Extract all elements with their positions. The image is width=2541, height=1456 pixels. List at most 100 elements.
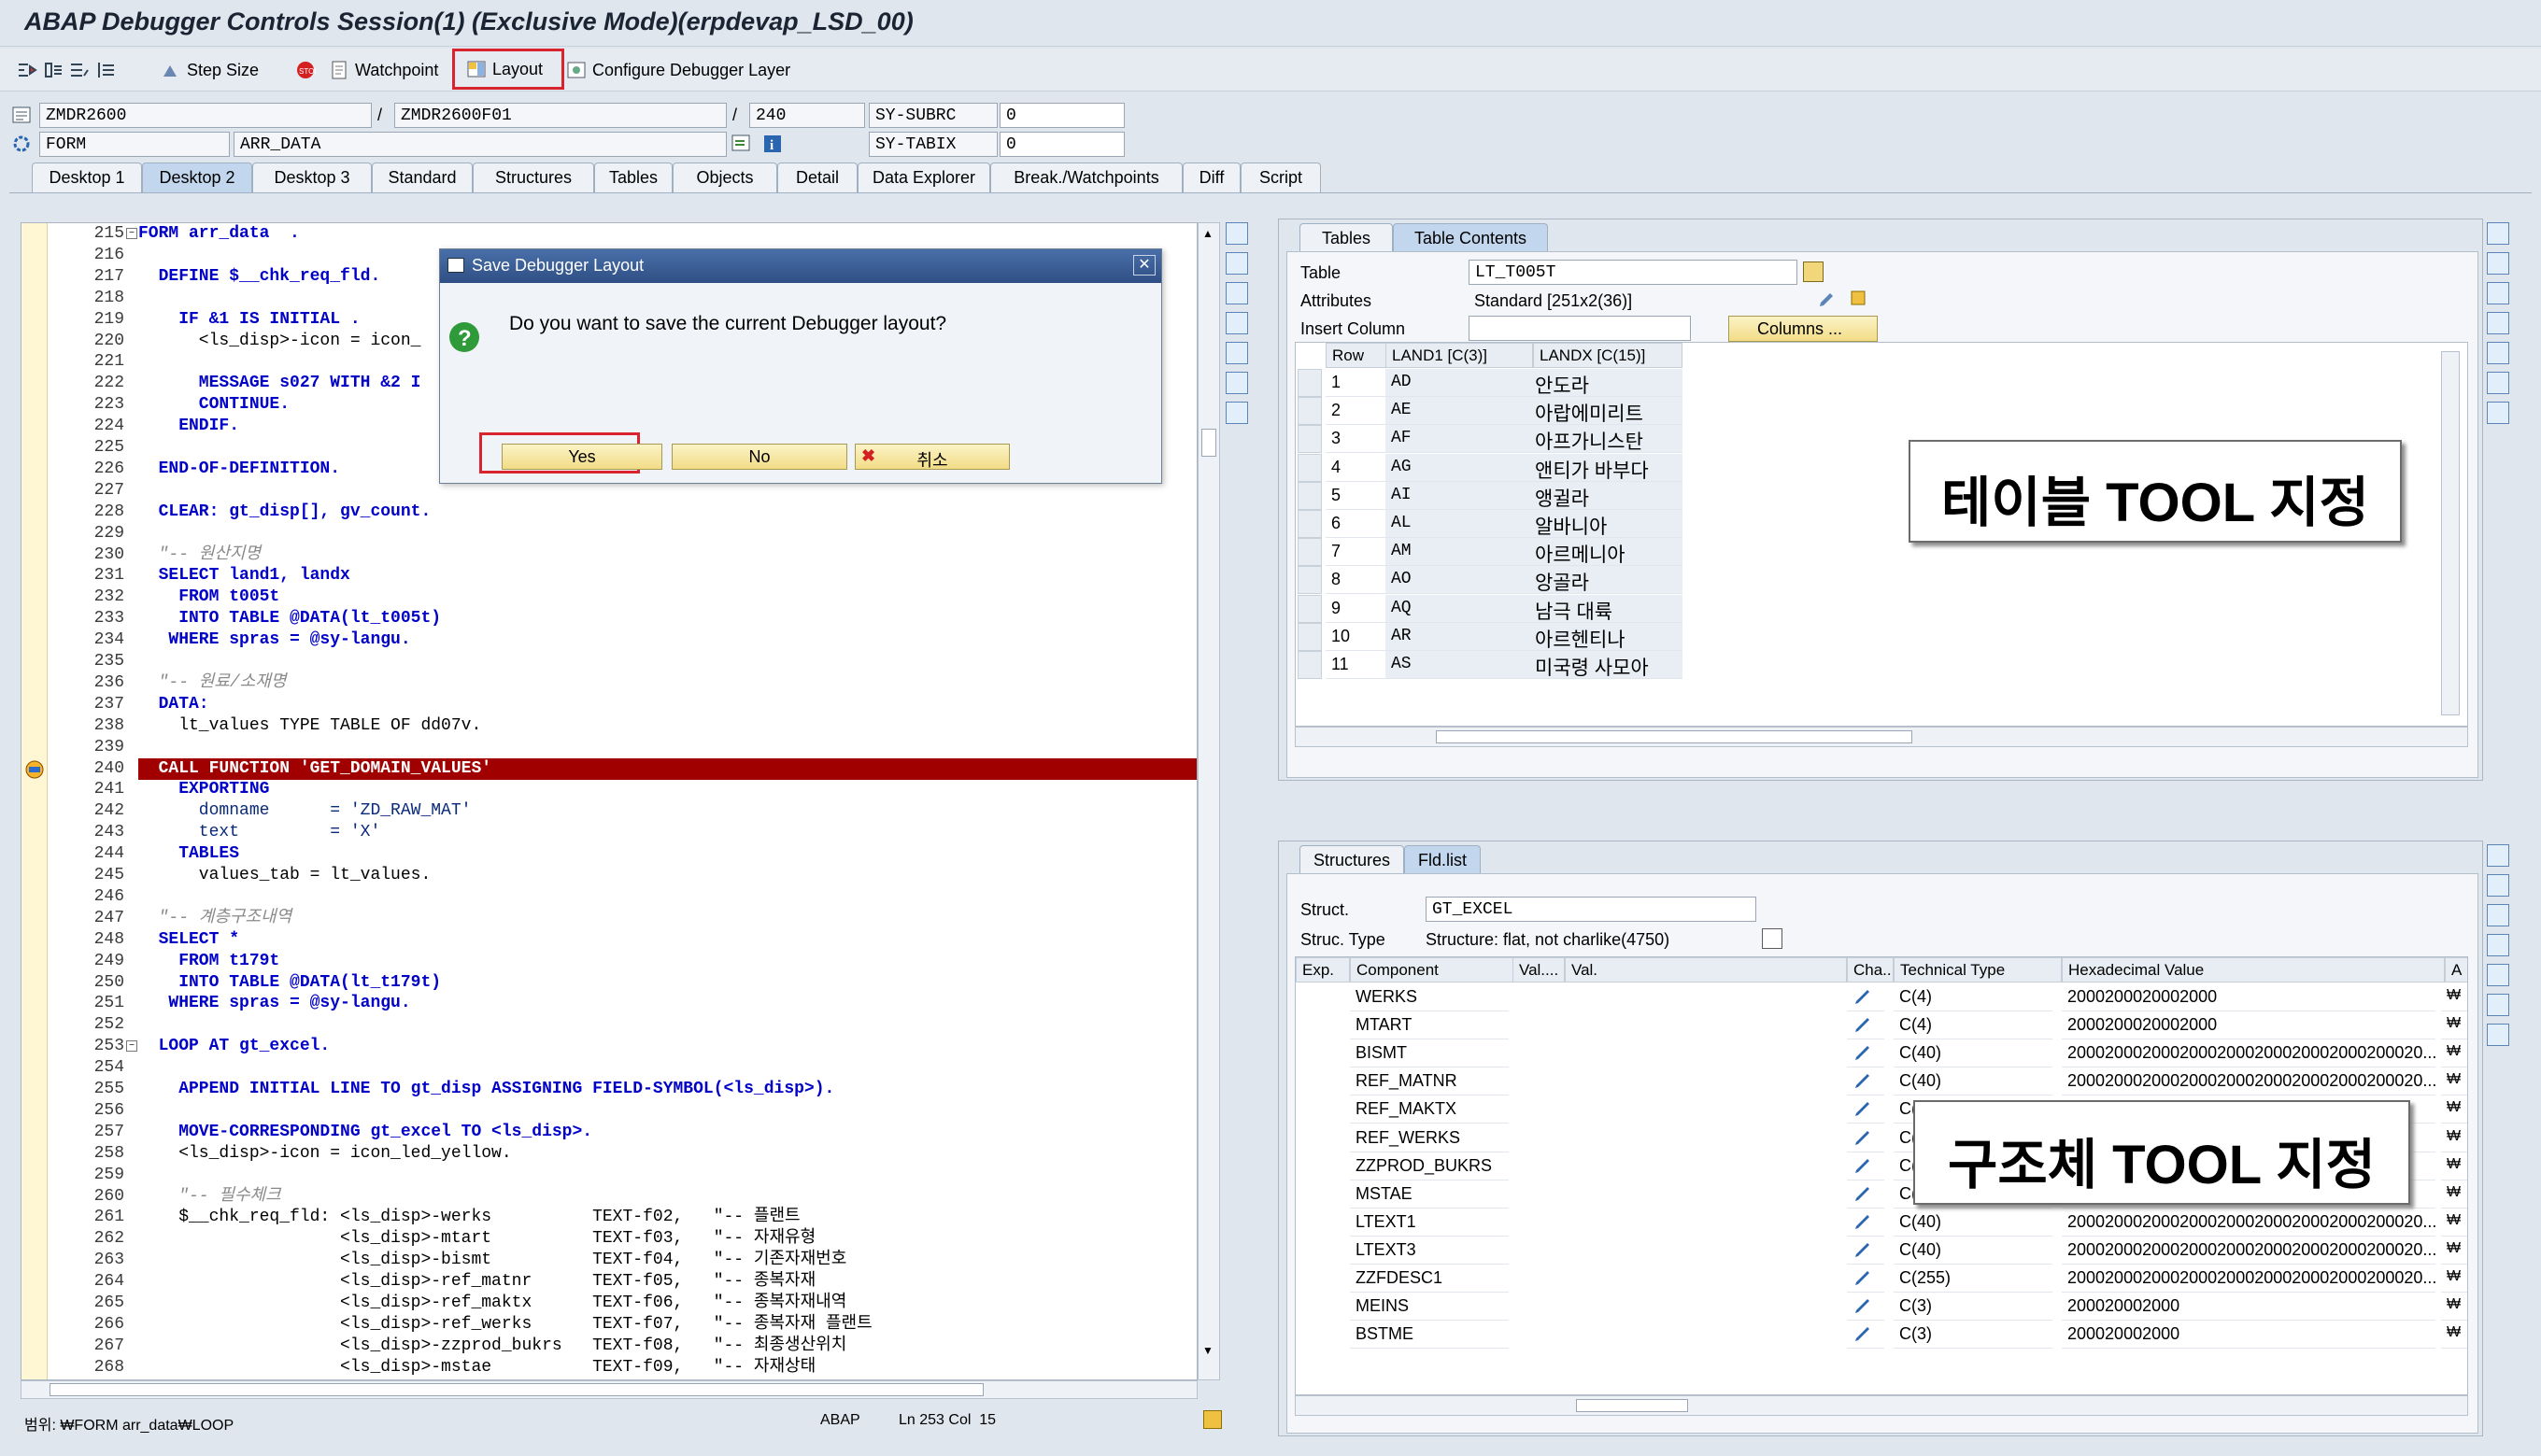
hex-value-cell[interactable]: 20002000200020002000200020002000200020..…: [2062, 1209, 2435, 1237]
layout-button[interactable]: Layout: [452, 49, 564, 90]
yes-button[interactable]: Yes: [502, 444, 662, 470]
table-column-header[interactable]: LANDX [C(15)]: [1533, 343, 1682, 368]
new-tool-icon[interactable]: [2487, 252, 2509, 275]
table-vscroll[interactable]: [2441, 351, 2460, 715]
field-hscroll[interactable]: [1295, 1395, 2468, 1416]
info-icon[interactable]: i: [762, 134, 783, 154]
stop-button[interactable]: STOP: [295, 56, 319, 84]
row-selector[interactable]: [1298, 425, 1322, 454]
code-line[interactable]: INTO TABLE @DATA(lt_t179t): [138, 972, 441, 994]
table-cell[interactable]: 아르메니아: [1533, 538, 1682, 567]
code-horizontal-scrollbar[interactable]: [21, 1380, 1198, 1399]
change-value-icon[interactable]: [1847, 1096, 1884, 1124]
row-selector[interactable]: [1298, 622, 1322, 651]
code-line[interactable]: FROM t005t: [138, 587, 279, 608]
code-line[interactable]: APPEND INITIAL LINE TO gt_disp ASSIGNING…: [138, 1079, 834, 1100]
tab-breakpoints-watchpoints[interactable]: Break./Watchpoints: [990, 163, 1183, 192]
code-line[interactable]: CONTINUE.: [138, 394, 290, 416]
row-selector[interactable]: [1298, 481, 1322, 510]
struct-type-icon[interactable]: [1762, 928, 1782, 949]
collapse-toggle[interactable]: −: [126, 1040, 137, 1053]
hex-edit-icon[interactable]: ₩: [2441, 1096, 2467, 1124]
table-cell[interactable]: AM: [1385, 538, 1533, 567]
code-line[interactable]: <ls_disp>-ref_matnr TEXT-f05, "-- 종복자재: [138, 1271, 816, 1293]
code-line[interactable]: INTO TABLE @DATA(lt_t005t): [138, 608, 441, 629]
component-cell[interactable]: ZZPROD_BUKRS: [1350, 1152, 1509, 1180]
services-tool-icon[interactable]: [2487, 372, 2509, 394]
swap-tool-icon[interactable]: [1226, 342, 1248, 364]
hex-edit-icon[interactable]: ₩: [2441, 1293, 2467, 1322]
row-selector[interactable]: [1298, 651, 1322, 679]
tab-tables[interactable]: Tables: [594, 163, 673, 192]
change-value-icon[interactable]: [1847, 1124, 1884, 1152]
tab-diff[interactable]: Diff: [1183, 163, 1241, 192]
row-selector[interactable]: [1298, 397, 1322, 426]
step-size-button[interactable]: Step Size: [161, 56, 259, 84]
cancel-button[interactable]: ✖ 취소: [855, 444, 1010, 470]
component-cell[interactable]: LTEXT3: [1350, 1237, 1509, 1265]
code-vertical-scrollbar[interactable]: ▲ ▼: [1198, 222, 1220, 1380]
table-cell[interactable]: AI: [1385, 481, 1533, 510]
code-line[interactable]: domname = 'ZD_RAW_MAT': [138, 800, 472, 822]
hex-value-cell[interactable]: 20002000200020002000200020002000200020..…: [2062, 1067, 2435, 1096]
tab-desktop-2[interactable]: Desktop 2: [142, 163, 252, 192]
new-tool-icon[interactable]: [2487, 874, 2509, 897]
component-cell[interactable]: BISMT: [1350, 1039, 1509, 1068]
code-line[interactable]: FORM arr_data .: [138, 223, 300, 245]
code-line[interactable]: WHERE spras = @sy-langu.: [138, 629, 410, 651]
field-column-header[interactable]: Technical Type: [1894, 957, 2062, 982]
code-line[interactable]: DEFINE $__chk_req_fld.: [138, 266, 381, 288]
table-cell[interactable]: AO: [1385, 566, 1533, 595]
table-cell[interactable]: AE: [1385, 397, 1533, 426]
maximize-tool-icon[interactable]: [2487, 934, 2509, 956]
component-cell[interactable]: MTART: [1350, 1011, 1509, 1040]
component-cell[interactable]: MEINS: [1350, 1293, 1509, 1322]
maximize-tool-icon[interactable]: [1226, 312, 1248, 334]
execute-icon[interactable]: [43, 61, 64, 79]
change-value-icon[interactable]: [1847, 1039, 1884, 1068]
change-value-icon[interactable]: [1847, 1293, 1884, 1322]
tab-desktop-3[interactable]: Desktop 3: [252, 163, 372, 192]
code-line[interactable]: SELECT *: [138, 929, 239, 951]
component-cell[interactable]: LTEXT1: [1350, 1209, 1509, 1237]
struct-name-input[interactable]: GT_EXCEL: [1426, 897, 1756, 922]
component-cell[interactable]: MSTAE: [1350, 1180, 1509, 1209]
table-cell[interactable]: AD: [1385, 369, 1533, 397]
hex-edit-icon[interactable]: ₩: [2441, 983, 2467, 1011]
tab-detail[interactable]: Detail: [777, 163, 858, 192]
continue-icon[interactable]: [95, 61, 116, 79]
code-line[interactable]: CLEAR: gt_disp[], gv_count.: [138, 502, 432, 523]
table-cell[interactable]: 앵귈라: [1533, 481, 1682, 510]
table-cell[interactable]: 미국령 사모아: [1533, 651, 1682, 679]
table-cell[interactable]: 아랍에미리트: [1533, 397, 1682, 426]
single-step-icon[interactable]: [17, 61, 37, 79]
row-selector[interactable]: [1298, 453, 1322, 482]
new-tool-icon[interactable]: [1226, 252, 1248, 275]
code-line[interactable]: LOOP AT gt_excel.: [138, 1036, 331, 1057]
scroll-up-icon[interactable]: ▲: [1202, 227, 1214, 240]
services-tool-icon[interactable]: [1226, 372, 1248, 394]
code-line[interactable]: IF &1 IS INITIAL .: [138, 309, 360, 331]
display-icon[interactable]: [731, 134, 753, 154]
row-selector[interactable]: [1298, 510, 1322, 538]
tab-field-list[interactable]: Fld.list: [1404, 845, 1481, 873]
field-column-header[interactable]: A: [2445, 957, 2467, 982]
table-cell[interactable]: AF: [1385, 425, 1533, 454]
code-line[interactable]: $__chk_req_fld: <ls_disp>-werks TEXT-f02…: [138, 1207, 800, 1228]
code-line[interactable]: "-- 계층구조내역: [138, 908, 292, 929]
table-select-icon[interactable]: [1803, 262, 1824, 282]
code-line[interactable]: <ls_disp>-ref_werks TEXT-f07, "-- 종복자재 플…: [138, 1314, 873, 1336]
code-line[interactable]: text = 'X': [138, 822, 380, 843]
replace-tool-icon[interactable]: [1226, 282, 1248, 304]
swap-tool-icon[interactable]: [2487, 342, 2509, 364]
code-line[interactable]: EXPORTING: [138, 779, 269, 800]
hex-value-cell[interactable]: 2000200020002000: [2062, 1011, 2435, 1040]
no-button[interactable]: No: [672, 444, 847, 470]
return-icon[interactable]: [69, 61, 90, 79]
table-cell[interactable]: 앤티가 바부다: [1533, 453, 1682, 482]
code-line[interactable]: <ls_disp>-bismt TEXT-f04, "-- 기존자재번호: [138, 1250, 846, 1271]
watchpoint-button[interactable]: Watchpoint: [329, 56, 438, 84]
tab-structures[interactable]: Structures: [473, 163, 594, 192]
close-tool-icon[interactable]: [1226, 222, 1248, 245]
insert-column-input[interactable]: [1469, 316, 1691, 341]
